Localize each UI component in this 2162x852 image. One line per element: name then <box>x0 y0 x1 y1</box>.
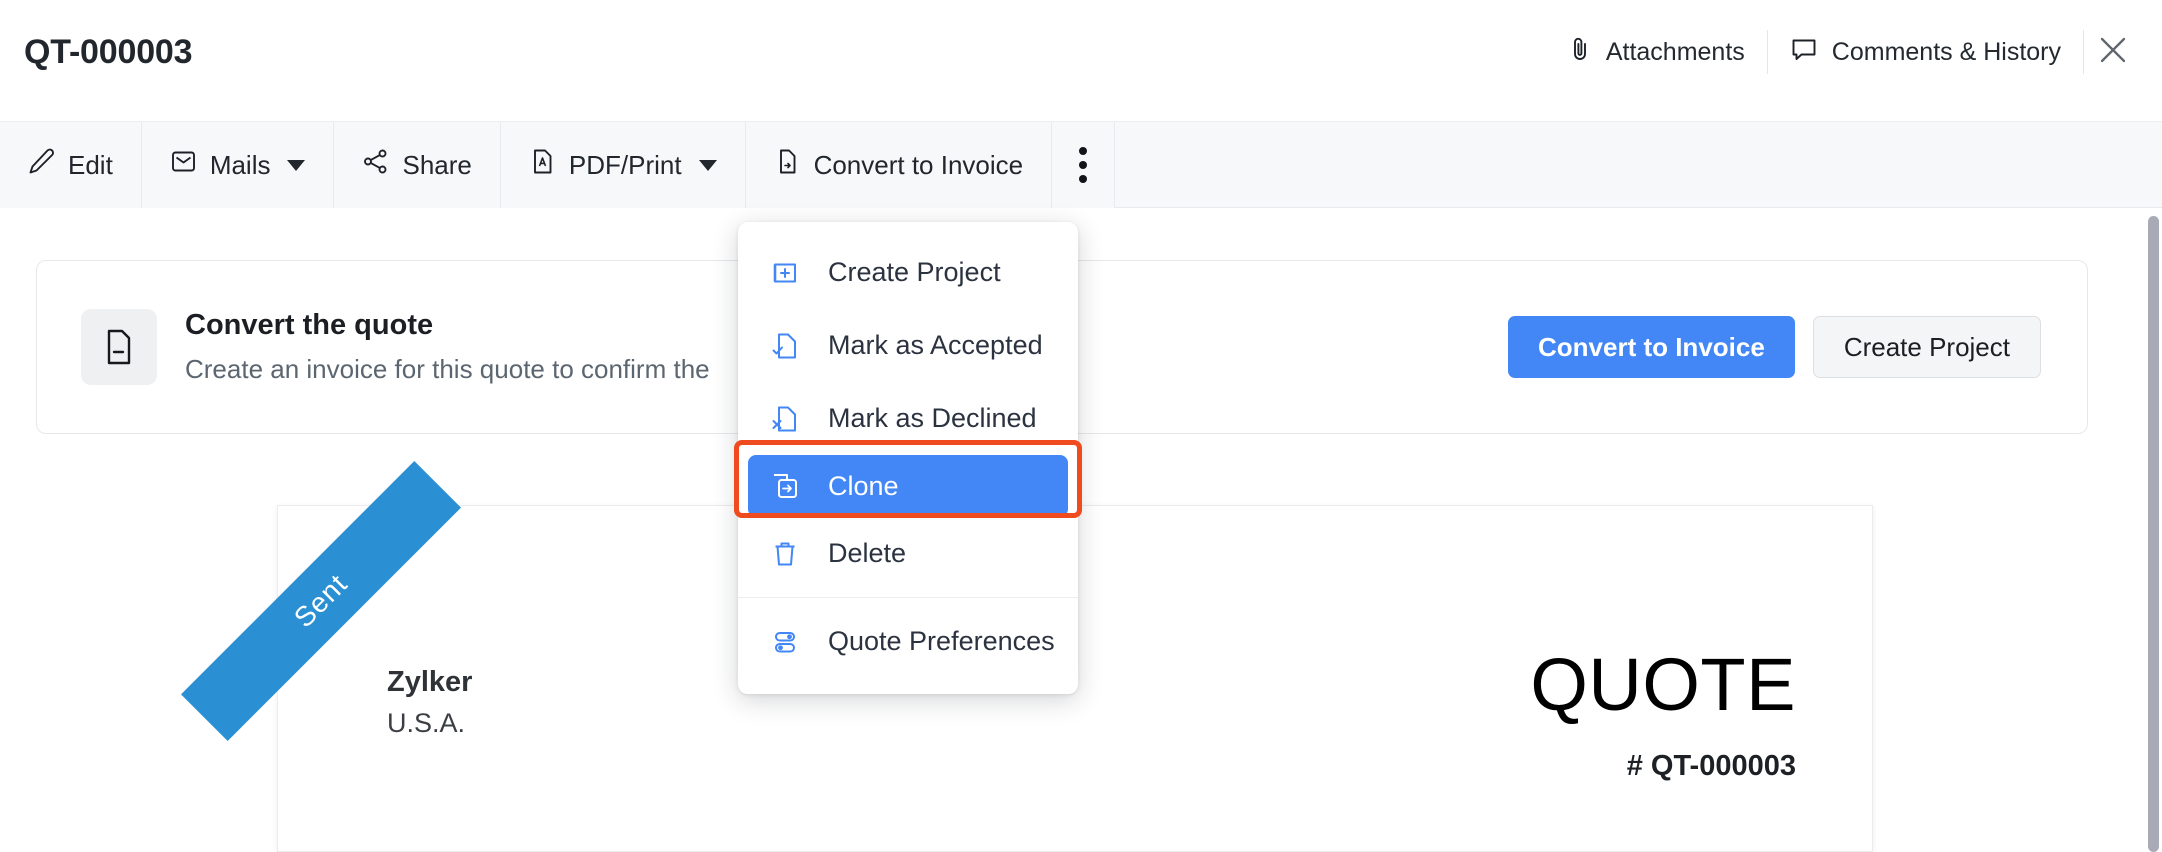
toolbar-share-button[interactable]: Share <box>334 122 501 208</box>
kebab-menu-icon <box>1079 175 1088 183</box>
company-name: Zylker <box>387 666 473 698</box>
ribbon-fold-left <box>194 701 210 717</box>
toolbar-edit-label: Edit <box>68 149 113 180</box>
mail-icon <box>170 148 197 182</box>
quote-heading: QUOTE <box>1530 643 1796 726</box>
menu-item-label: Mark as Declined <box>828 403 1037 433</box>
page-header: QT-000003 Attachments Comments & History <box>0 0 2162 122</box>
menu-item-delete[interactable]: Delete <box>738 517 1078 590</box>
menu-item-quote-preferences[interactable]: Quote Preferences <box>738 605 1078 678</box>
action-toolbar: Edit Mails Share PDF/Print Convert to In… <box>0 122 2162 208</box>
convert-to-invoice-button[interactable]: Convert to Invoice <box>1507 316 1795 378</box>
banner-buttons: Convert to Invoice Create Project <box>1507 316 2041 378</box>
comments-history-button[interactable]: Comments & History <box>1768 29 2083 75</box>
company-country: U.S.A. <box>387 708 466 738</box>
company-block: Zylker U.S.A. <box>387 666 472 739</box>
document-minus-icon <box>81 309 157 385</box>
quote-number: # QT-000003 <box>1626 750 1796 782</box>
menu-item-create-project[interactable]: Create Project <box>738 236 1078 309</box>
toolbar-convert-to-invoice-button[interactable]: Convert to Invoice <box>745 122 1053 208</box>
toolbar-mails-label: Mails <box>209 149 271 180</box>
page-title: QT-000003 <box>24 33 193 71</box>
blueprint-plus-icon <box>768 256 802 290</box>
chevron-down-icon <box>287 159 306 171</box>
attachments-label: Attachments <box>1605 37 1745 66</box>
menu-item-label: Create Project <box>828 257 1001 287</box>
toolbar-convert-to-invoice-label: Convert to Invoice <box>813 149 1024 180</box>
sliders-icon <box>768 625 802 659</box>
pdf-icon <box>529 148 556 182</box>
pencil-icon <box>28 148 55 182</box>
menu-item-label: Delete <box>828 538 907 568</box>
document-arrow-icon <box>774 148 801 182</box>
menu-item-clone[interactable]: Clone <box>748 455 1068 517</box>
close-icon <box>2096 33 2130 72</box>
quote-heading-block: QUOTE # QT-000003 <box>1530 648 1796 783</box>
close-button[interactable] <box>2084 29 2142 75</box>
document-check-icon <box>768 329 802 363</box>
header-actions: Attachments Comments & History <box>1546 28 2142 76</box>
menu-item-label: Quote Preferences <box>828 626 1055 656</box>
trash-icon <box>768 537 802 571</box>
paperclip-icon <box>1568 35 1592 70</box>
comments-history-label: Comments & History <box>1831 37 2061 66</box>
more-options-menu: Create Project Mark as Accepted Mark as … <box>738 222 1078 694</box>
share-icon <box>362 148 389 182</box>
content-area: Convert the quote Create an invoice for … <box>0 208 2162 852</box>
menu-item-mark-as-declined[interactable]: Mark as Declined <box>738 382 1078 455</box>
kebab-menu-icon <box>1079 161 1088 169</box>
toolbar-pdf-print-label: PDF/Print <box>568 149 682 180</box>
chevron-down-icon <box>698 159 717 171</box>
toolbar-mails-button[interactable]: Mails <box>141 122 335 208</box>
kebab-menu-icon <box>1079 147 1088 155</box>
menu-separator <box>738 597 1078 598</box>
menu-item-mark-as-accepted[interactable]: Mark as Accepted <box>738 309 1078 382</box>
document-x-icon <box>768 402 802 436</box>
toolbar-share-label: Share <box>402 149 472 180</box>
comment-icon <box>1790 35 1818 70</box>
toolbar-edit-button[interactable]: Edit <box>0 122 142 208</box>
copy-arrow-icon <box>768 469 802 503</box>
menu-item-label: Mark as Accepted <box>828 330 1043 360</box>
vertical-scrollbar-thumb[interactable] <box>2148 216 2159 852</box>
attachments-button[interactable]: Attachments <box>1546 29 1767 75</box>
create-project-button[interactable]: Create Project <box>1812 316 2041 378</box>
toolbar-pdf-print-button[interactable]: PDF/Print <box>500 122 746 208</box>
menu-item-label: Clone <box>828 470 899 501</box>
toolbar-more-options-button[interactable] <box>1052 122 1116 208</box>
